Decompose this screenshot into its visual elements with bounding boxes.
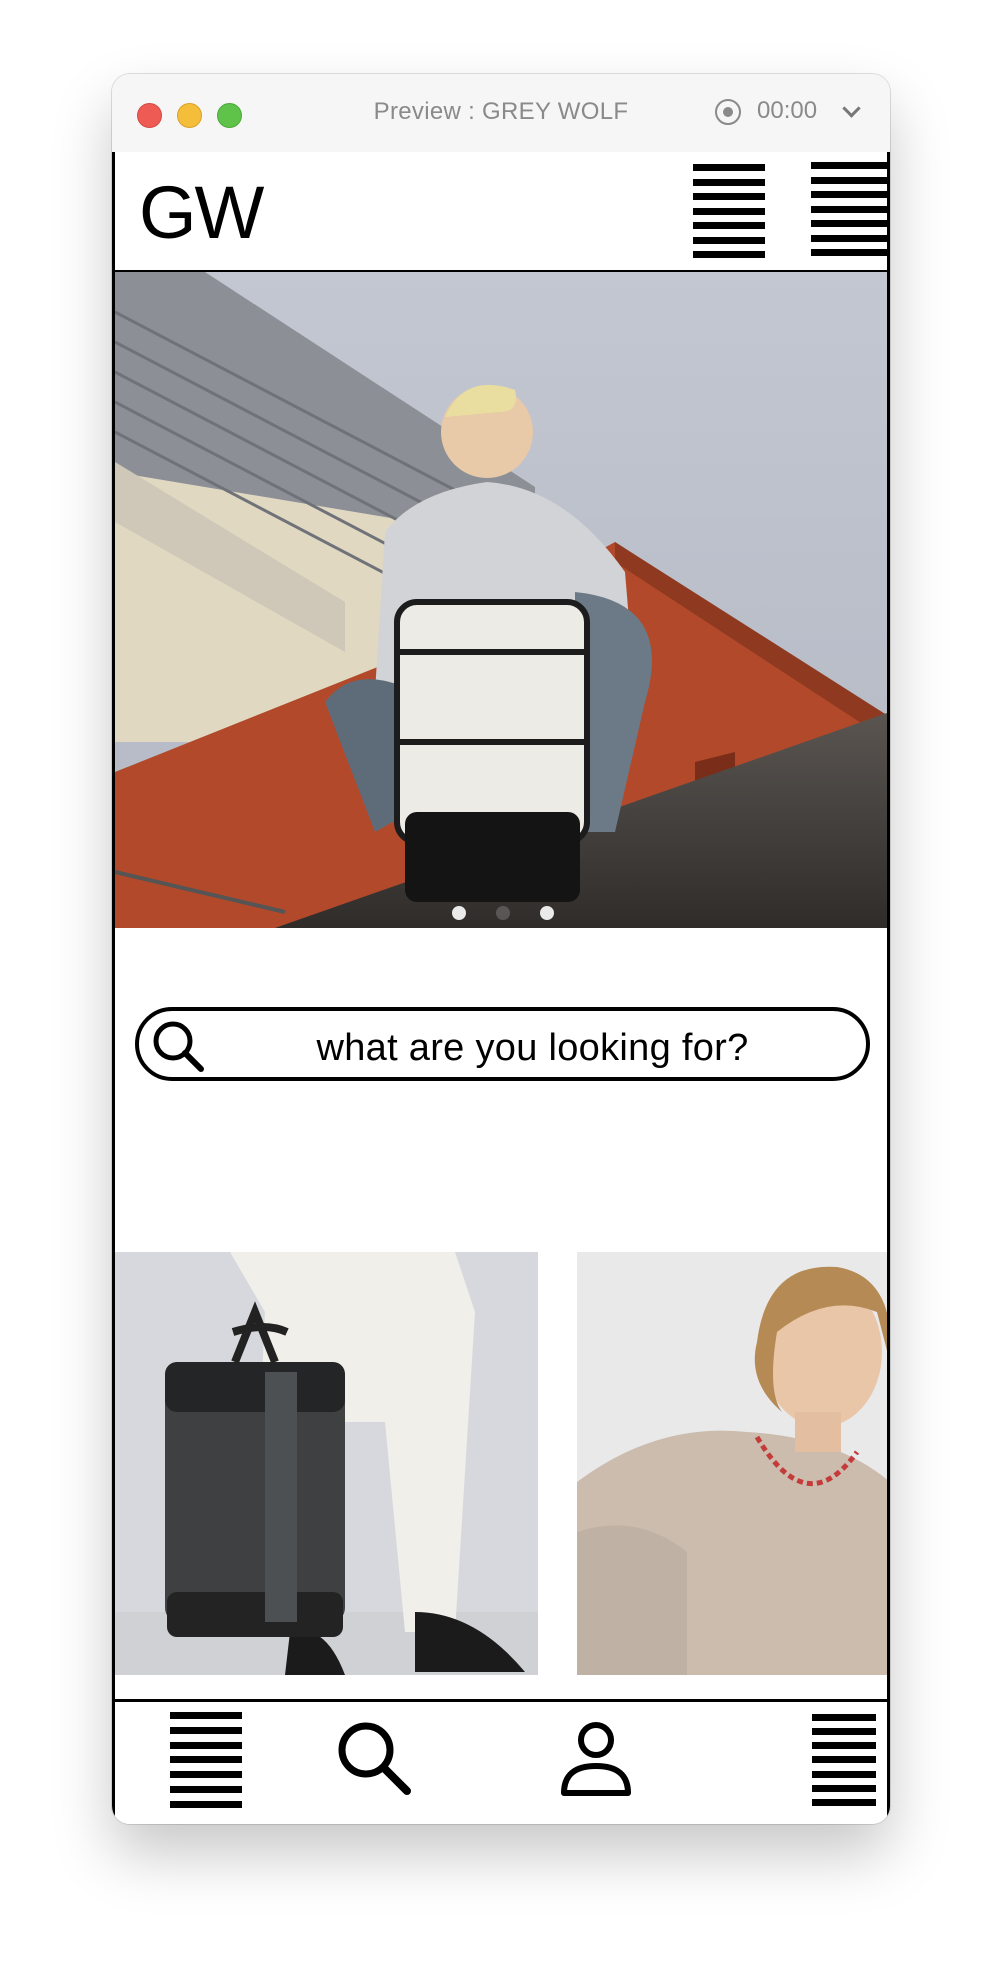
app-viewport: GW what are you looking for? — [112, 152, 890, 1824]
product-card-tshirt[interactable] — [577, 1252, 887, 1675]
preview-window: Preview : GREY WOLF 00:00 GW what are yo… — [112, 74, 890, 1824]
record-icon[interactable] — [715, 99, 741, 125]
record-timer: 00:00 — [757, 97, 818, 124]
search-placeholder: what are you looking for? — [316, 1027, 749, 1069]
hamburger-menu-icon[interactable] — [170, 1712, 242, 1808]
hamburger-menu-icon[interactable] — [811, 162, 887, 256]
search-icon — [153, 1021, 204, 1072]
carousel-dot[interactable] — [539, 906, 554, 920]
product-card-backpack[interactable] — [115, 1252, 538, 1675]
hero-carousel[interactable] — [115, 272, 887, 928]
product-image — [115, 1252, 538, 1675]
hamburger-menu-icon[interactable] — [693, 164, 765, 258]
window-titlebar: Preview : GREY WOLF 00:00 — [112, 74, 890, 153]
carousel-dot[interactable] — [495, 906, 510, 920]
search-icon[interactable] — [334, 1718, 414, 1798]
hamburger-menu-icon[interactable] — [812, 1714, 876, 1806]
hero-image — [115, 272, 887, 928]
bottom-navigation — [115, 1699, 887, 1824]
site-header: GW — [115, 152, 887, 272]
user-icon[interactable] — [559, 1718, 633, 1798]
product-image — [577, 1252, 887, 1675]
search-bar[interactable]: what are you looking for? — [135, 1007, 870, 1081]
brand-logo[interactable]: GW — [139, 176, 264, 250]
carousel-dot[interactable] — [451, 906, 466, 920]
carousel-indicators — [115, 906, 887, 920]
